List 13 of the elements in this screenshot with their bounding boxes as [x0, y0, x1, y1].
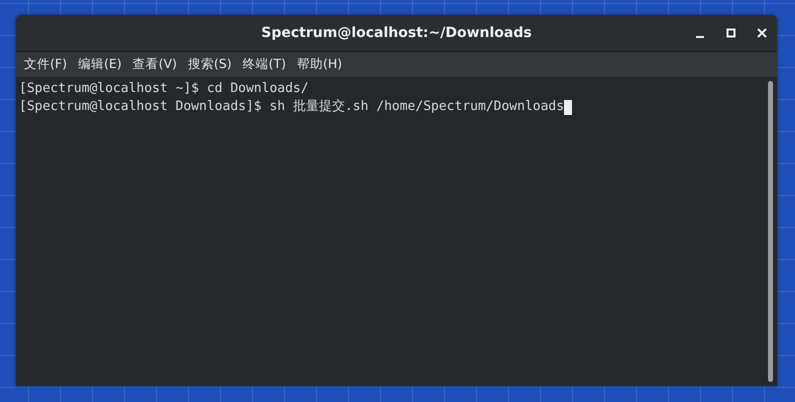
- close-icon[interactable]: [755, 26, 769, 40]
- menu-item[interactable]: 搜索(S): [188, 56, 232, 73]
- cursor-icon: [564, 100, 572, 114]
- menu-item[interactable]: 帮助(H): [297, 56, 342, 73]
- menu-item[interactable]: 终端(T): [242, 56, 286, 73]
- window-title: Spectrum@localhost:~/Downloads: [261, 25, 532, 41]
- maximize-icon[interactable]: [724, 26, 738, 40]
- menu-item[interactable]: 查看(V): [132, 56, 177, 73]
- menu-item[interactable]: 文件(F): [24, 56, 67, 73]
- terminal-line: [Spectrum@localhost Downloads]$ sh 批量提交.sh /home/Spectrum/Downloads: [19, 98, 564, 116]
- terminal-line: [Spectrum@localhost ~]$ cd Downloads/: [19, 80, 309, 98]
- menu-item[interactable]: 编辑(E): [78, 56, 122, 73]
- scrollbar[interactable]: [768, 81, 773, 382]
